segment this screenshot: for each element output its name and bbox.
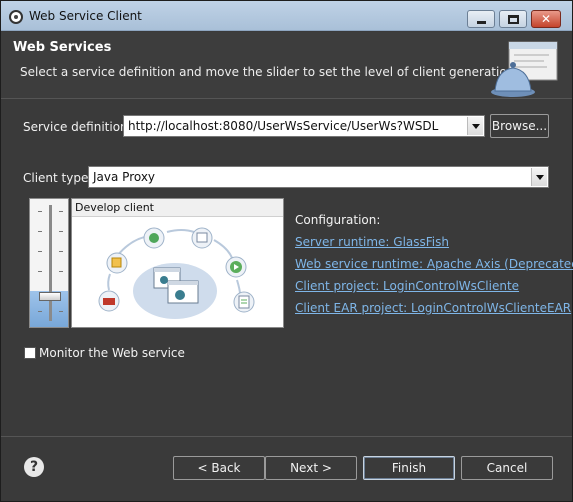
client-type-value: Java Proxy (93, 170, 156, 184)
page-description: Select a service definition and move the… (20, 65, 519, 79)
minimize-icon (477, 21, 486, 24)
slider-tick (59, 311, 63, 312)
slider-tick (38, 231, 42, 232)
maximize-button[interactable] (499, 10, 527, 28)
chevron-down-icon[interactable] (531, 168, 547, 186)
wizard-footer: ? < Back Next > Finish Cancel (1, 436, 572, 501)
deploy-icon (191, 227, 213, 249)
eclipse-icon (9, 10, 23, 24)
client-ear-project-link[interactable]: Client EAR project: LoginControlWsClient… (295, 301, 571, 315)
wizard-header: Web Services Select a service definition… (1, 32, 572, 99)
web-service-bell-icon (491, 41, 558, 97)
close-button[interactable]: ✕ (531, 10, 561, 28)
start-icon (225, 256, 247, 278)
finish-button[interactable]: Finish (363, 456, 455, 480)
develop-icon (143, 227, 165, 249)
slider-track[interactable] (49, 205, 52, 321)
help-icon[interactable]: ? (24, 457, 44, 477)
assemble-icon (106, 252, 128, 274)
back-button[interactable]: < Back (173, 456, 265, 480)
window-title: Web Service Client (29, 9, 142, 23)
client-type-label: Client type: (23, 171, 93, 185)
slider-tick (38, 251, 42, 252)
service-definition-combo[interactable]: http://localhost:8080/UserWsService/User… (123, 115, 485, 137)
service-definition-label: Service definition: (23, 120, 132, 134)
install-icon (98, 290, 120, 312)
server-runtime-link[interactable]: Server runtime: GlassFish (295, 235, 449, 249)
chevron-down-icon[interactable] (467, 117, 483, 135)
slider-tick (59, 231, 63, 232)
slider-tick (38, 211, 42, 212)
client-type-combo[interactable]: Java Proxy (88, 166, 549, 188)
web-service-runtime-link[interactable]: Web service runtime: Apache Axis (Deprec… (295, 257, 573, 271)
slider-stage-label: Develop client (72, 199, 283, 217)
close-icon: ✕ (540, 12, 552, 26)
maximize-icon (508, 15, 519, 24)
next-button[interactable]: Next > (265, 456, 357, 480)
slider-tick (59, 251, 63, 252)
minimize-button[interactable] (467, 10, 495, 28)
slider-tick (38, 271, 42, 272)
page-title: Web Services (13, 40, 112, 55)
configuration-title: Configuration: (295, 213, 381, 227)
slider-tick (59, 211, 63, 212)
web-service-client-dialog: Web Service Client ✕ Web Services Select… (0, 0, 573, 502)
service-definition-value: http://localhost:8080/UserWsService/User… (128, 119, 439, 133)
client-generation-illustration: Develop client (71, 198, 284, 328)
slider-thumb[interactable] (39, 292, 61, 301)
wizard-body: Service definition: http://localhost:808… (1, 100, 573, 435)
title-bar[interactable]: Web Service Client ✕ (1, 1, 572, 31)
monitor-web-service-checkbox[interactable] (24, 347, 36, 359)
test-icon (233, 291, 255, 313)
slider-tick (38, 311, 42, 312)
browse-button[interactable]: Browse... (490, 114, 549, 138)
slider-tick (59, 271, 63, 272)
monitor-web-service-label: Monitor the Web service (39, 346, 185, 360)
client-lifecycle-diagram (98, 227, 255, 319)
cancel-button[interactable]: Cancel (461, 456, 553, 480)
client-project-link[interactable]: Client project: LoginControlWsCliente (295, 279, 519, 293)
client-generation-slider[interactable] (29, 198, 69, 328)
